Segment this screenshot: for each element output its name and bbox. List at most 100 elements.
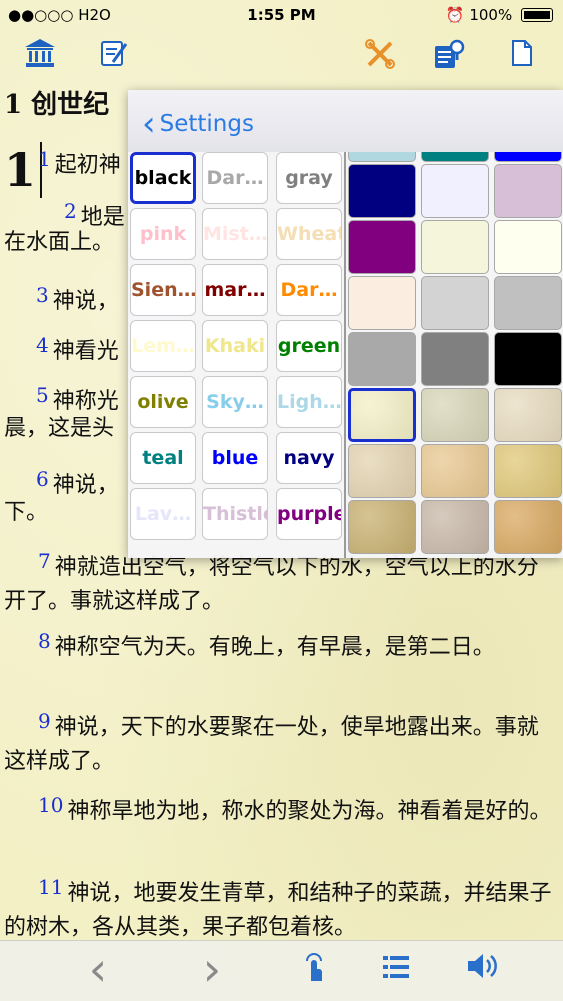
background-swatch[interactable] <box>494 388 562 442</box>
text-color-option[interactable]: Dar… <box>276 264 342 316</box>
background-swatch[interactable] <box>421 276 489 330</box>
background-swatch[interactable] <box>494 276 562 330</box>
chapter-drop-number: 1 <box>4 142 43 198</box>
verse-2-cont[interactable]: 在水面上。 <box>4 226 128 260</box>
verse-text: 神就造出空气，将空气以下的水，空气以上的水分开了。事就这样成了。 <box>4 555 539 614</box>
tap-icon[interactable] <box>296 951 336 991</box>
background-swatch[interactable] <box>494 444 562 498</box>
background-swatch[interactable] <box>348 500 416 554</box>
verse-number: 9 <box>38 709 51 733</box>
previous-chapter-icon[interactable]: ‹ <box>78 946 118 992</box>
background-swatch[interactable] <box>494 220 562 274</box>
verse-text: 在水面上。 <box>4 230 115 255</box>
verse-number: 6 <box>36 467 49 491</box>
background-swatch[interactable] <box>348 164 416 218</box>
back-to-settings-button[interactable]: ‹ Settings <box>142 104 254 144</box>
tools-icon[interactable] <box>362 38 398 74</box>
background-swatch[interactable] <box>348 388 416 442</box>
text-color-option[interactable]: black <box>130 152 196 204</box>
background-swatch[interactable] <box>348 220 416 274</box>
library-icon[interactable] <box>22 38 58 74</box>
color-settings-popover: ‹ Settings black Dar… gray pink Mist… Wheat Sie… <box>128 90 563 558</box>
background-swatch[interactable] <box>348 276 416 330</box>
text-color-option[interactable]: purple <box>276 488 342 540</box>
text-color-option[interactable]: Ligh… <box>276 376 342 428</box>
text-color-option[interactable]: Dar… <box>202 152 268 204</box>
verse-number: 10 <box>38 793 64 817</box>
verse-number: 11 <box>38 875 64 899</box>
text-color-option[interactable]: navy <box>276 432 342 484</box>
text-color-option[interactable]: gray <box>276 152 342 204</box>
verse-text: 起初神 <box>54 153 121 178</box>
background-swatch[interactable] <box>348 332 416 386</box>
text-color-option[interactable]: mar… <box>202 264 268 316</box>
verse-text: 神说， <box>52 473 119 498</box>
background-swatch[interactable] <box>421 444 489 498</box>
verse-text: 神称空气为天。有晚上，有早晨，是第二日。 <box>54 635 495 660</box>
edit-note-icon-graphic <box>101 41 128 66</box>
verse-text: 晨，这是头 <box>4 416 115 441</box>
text-color-option[interactable]: Thistle <box>202 488 268 540</box>
verse-number: 1 <box>38 147 51 171</box>
text-color-option[interactable]: green <box>276 320 342 372</box>
text-color-option[interactable]: Sien… <box>130 264 196 316</box>
status-bar: ●●○○○ H2O 1:55 PM ⏰ 100% <box>0 0 563 30</box>
next-chapter-icon[interactable]: › <box>192 946 232 992</box>
edit-note-icon[interactable] <box>96 38 132 74</box>
list-icon-graphic <box>383 956 409 978</box>
verse-text: 神看光 <box>52 339 119 364</box>
bottom-toolbar: ‹ › <box>0 940 563 1001</box>
background-swatch[interactable] <box>348 444 416 498</box>
background-swatch[interactable] <box>421 388 489 442</box>
chevron-left-icon: ‹ <box>142 104 156 144</box>
text-color-option[interactable]: Sky… <box>202 376 268 428</box>
text-color-grid: black Dar… gray pink Mist… Wheat Sien… mar… Dar…… <box>130 152 344 558</box>
background-swatch[interactable] <box>494 152 562 162</box>
background-swatch[interactable] <box>421 332 489 386</box>
verse-number: 4 <box>36 333 49 357</box>
text-color-option[interactable]: Lav… <box>130 488 196 540</box>
verse-number: 3 <box>36 283 49 307</box>
verse-text: 下。 <box>4 500 49 525</box>
document-icon[interactable] <box>504 38 540 74</box>
text-color-option[interactable]: teal <box>130 432 196 484</box>
text-color-option[interactable]: pink <box>130 208 196 260</box>
verse-11[interactable]: 11 神说，地要发生青草，和结种子的菜蔬，并结果子的树木，各从其类，果子都包着核。 <box>4 870 558 945</box>
text-color-option[interactable]: Wheat <box>276 208 342 260</box>
verse-6-cont[interactable]: 下。 <box>4 496 128 530</box>
text-color-option[interactable]: Khaki <box>202 320 268 372</box>
battery-area: ⏰ 100% <box>446 6 553 24</box>
tools-icon-graphic <box>365 39 395 69</box>
background-swatch[interactable] <box>494 332 562 386</box>
verse-5-cont[interactable]: 晨，这是头 <box>4 412 128 446</box>
speaker-icon[interactable] <box>462 951 502 991</box>
verse-text: 神称旱地为地，称水的聚处为海。神看着是好的。 <box>67 799 552 824</box>
verse-3[interactable]: 3 神说， <box>36 278 136 319</box>
text-color-option[interactable]: Lem… <box>130 320 196 372</box>
verse-10[interactable]: 10 神称旱地为地，称水的聚处为海。神看着是好的。 <box>4 788 558 829</box>
background-swatch[interactable] <box>421 500 489 554</box>
text-color-option[interactable]: Mist… <box>202 208 268 260</box>
search-notes-icon[interactable] <box>432 38 468 74</box>
text-color-option[interactable]: olive <box>130 376 196 428</box>
verse-number: 5 <box>36 383 49 407</box>
verse-4[interactable]: 4 神看光 <box>36 328 136 369</box>
top-toolbar <box>0 30 563 82</box>
speaker-icon-graphic <box>468 954 497 978</box>
battery-percent: 100% <box>469 6 513 24</box>
verse-text: 神说，天下的水要聚在一处，使旱地露出来。事就这样成了。 <box>4 715 539 774</box>
verse-9[interactable]: 9 神说，天下的水要聚在一处，使旱地露出来。事就这样成了。 <box>4 704 558 779</box>
verse-text: 神称光 <box>52 389 119 414</box>
background-swatch[interactable] <box>494 164 562 218</box>
background-swatch[interactable] <box>494 500 562 554</box>
verse-8[interactable]: 8 神称空气为天。有晚上，有早晨，是第二日。 <box>4 624 558 665</box>
list-icon[interactable] <box>376 951 416 991</box>
verse-number: 2 <box>64 199 77 223</box>
verse-1[interactable]: 1 起初神 <box>38 142 138 183</box>
background-swatch[interactable] <box>421 164 489 218</box>
background-swatch[interactable] <box>348 152 416 162</box>
background-swatch[interactable] <box>421 220 489 274</box>
tap-icon-graphic <box>306 953 322 981</box>
background-swatch[interactable] <box>421 152 489 162</box>
text-color-option[interactable]: blue <box>202 432 268 484</box>
